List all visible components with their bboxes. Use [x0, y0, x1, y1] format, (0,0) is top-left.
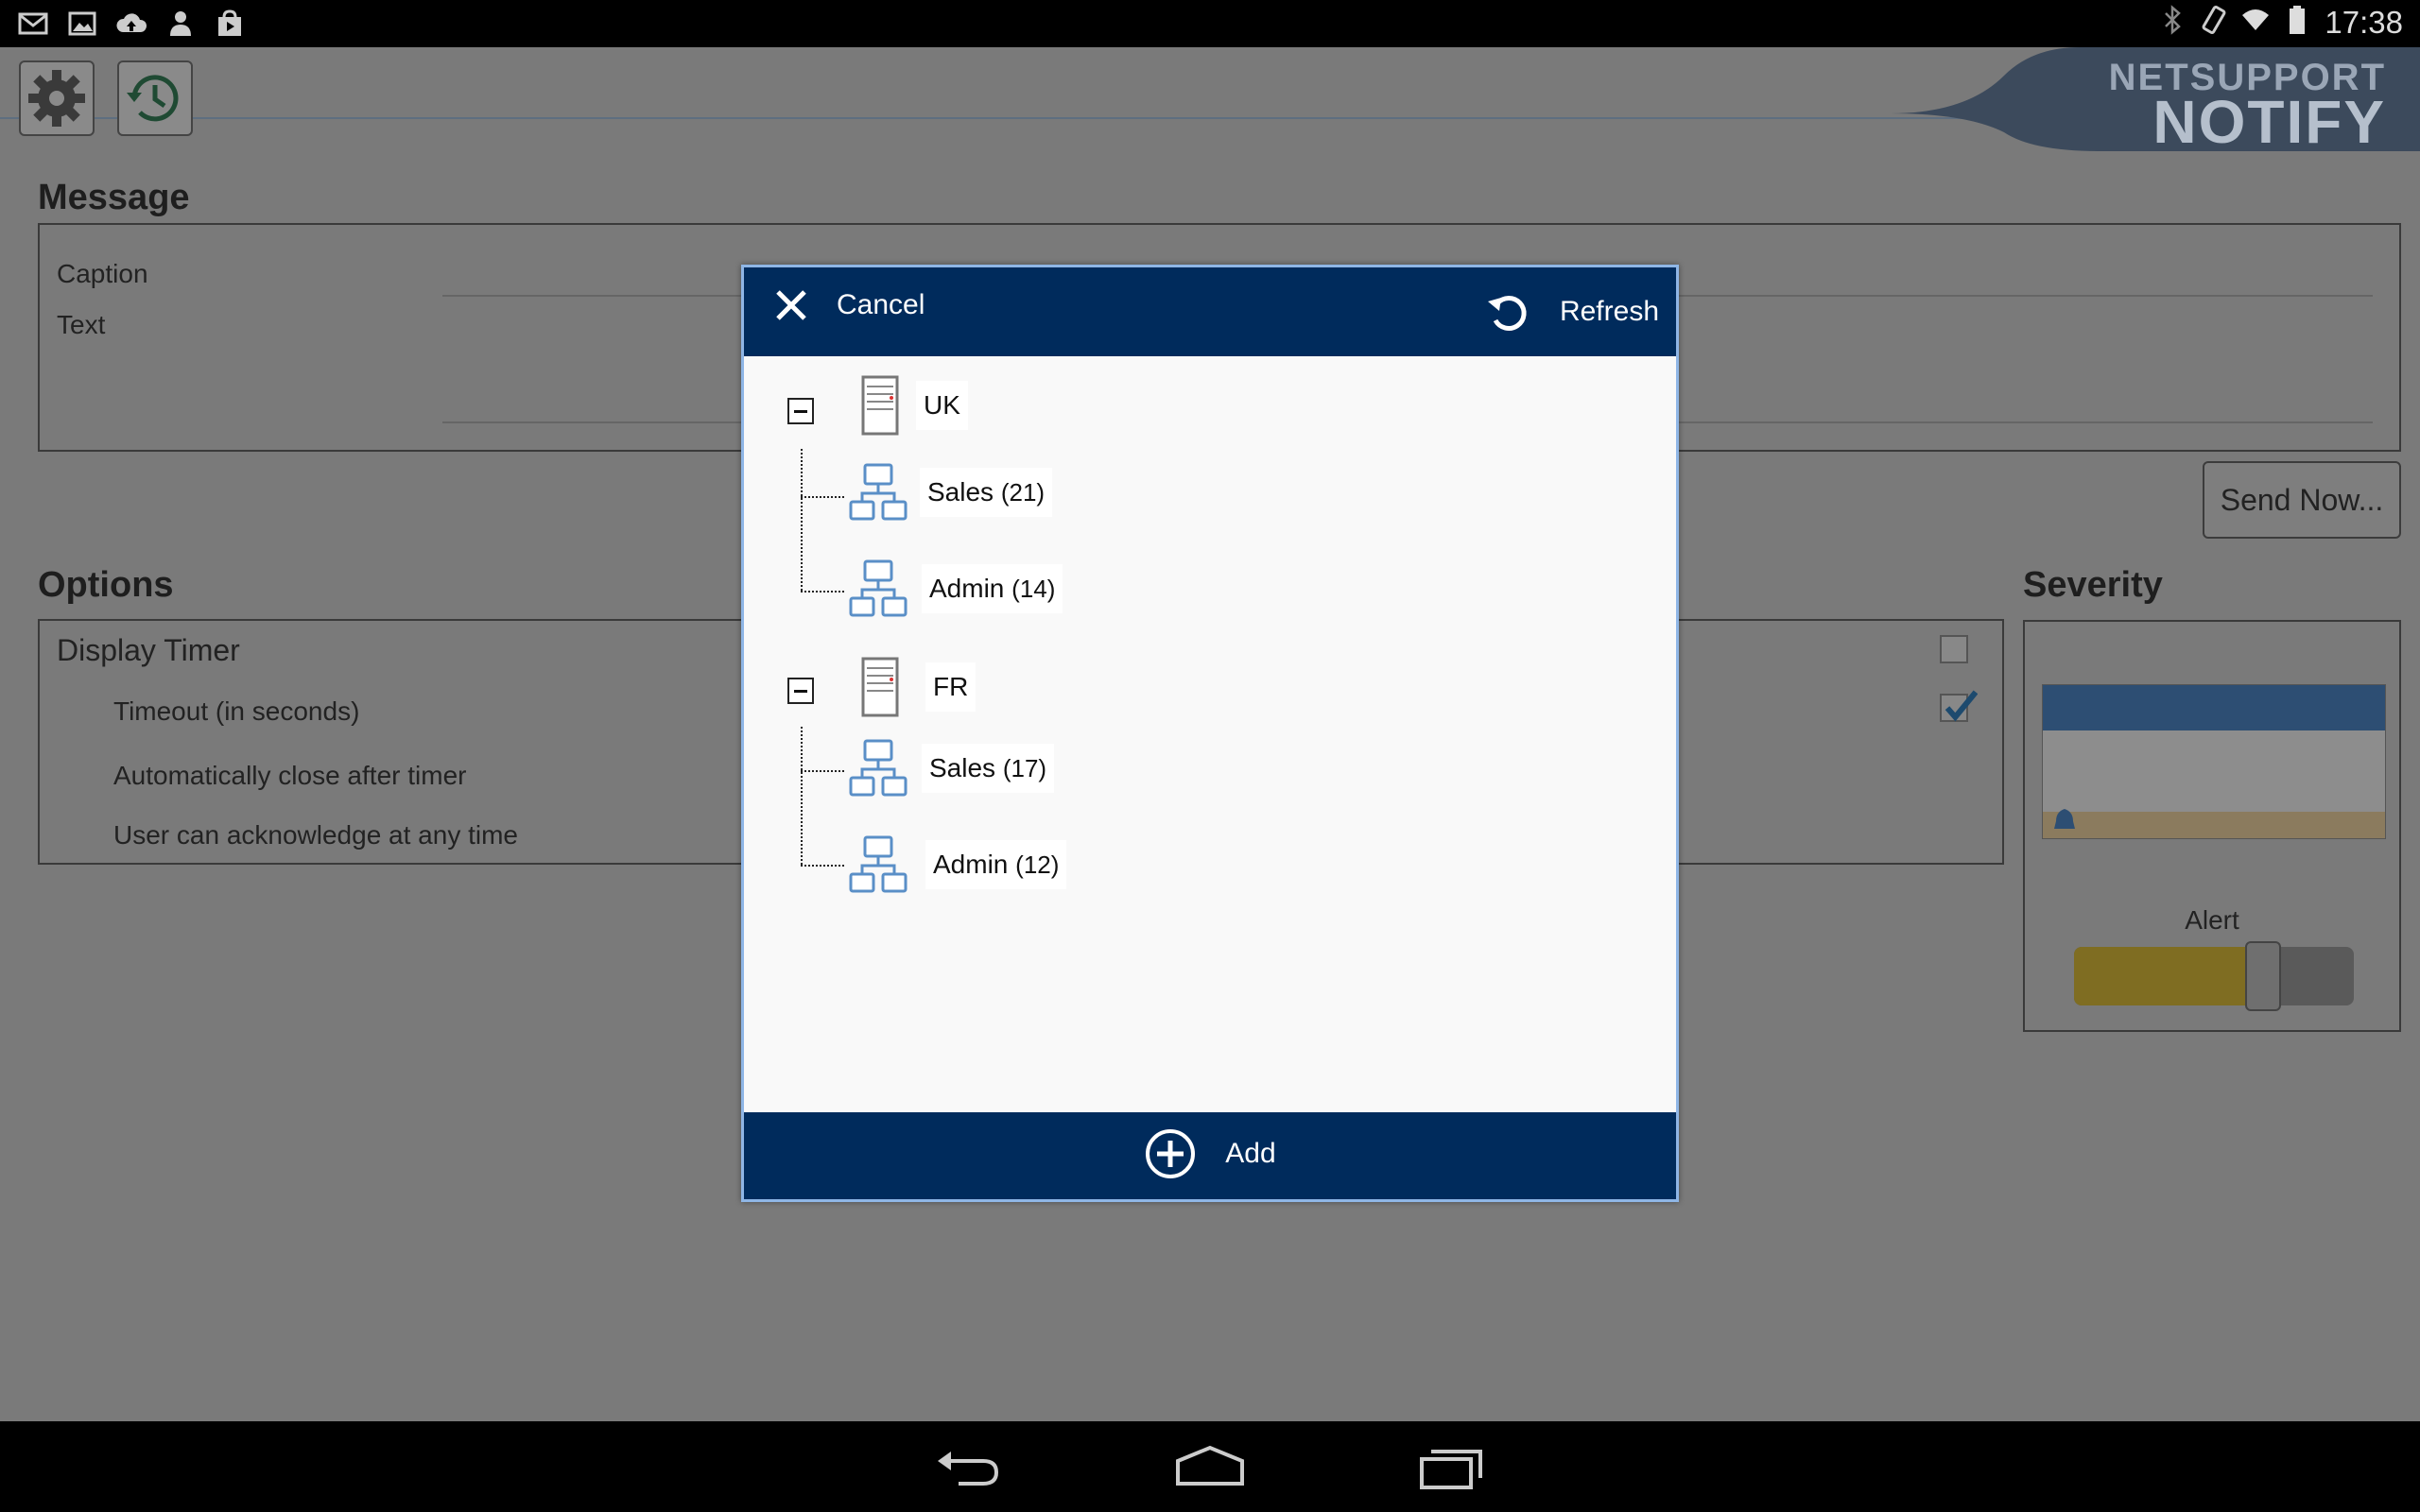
bell-icon: [2054, 809, 2075, 829]
auto-close-label: Automatically close after timer: [113, 761, 467, 790]
tree-label-fr-admin: Admin (12): [925, 840, 1067, 889]
person-icon: [164, 8, 197, 44]
caption-label: Caption: [57, 259, 148, 288]
checkmark-icon: [1945, 690, 1978, 722]
screen-rotate-icon: [2200, 4, 2228, 41]
tree-label-uk: UK: [916, 381, 968, 430]
timeout-checkbox[interactable]: [1940, 690, 1978, 722]
severity-slider-thumb[interactable]: [2245, 941, 2281, 1011]
add-circle-icon: [1146, 1129, 1196, 1178]
history-button[interactable]: [117, 60, 193, 136]
clock: 17:38: [2325, 4, 2403, 40]
bluetooth-icon: [2158, 4, 2187, 41]
network-group-icon: [849, 463, 908, 521]
tree-node-uk[interactable]: UK: [861, 375, 968, 436]
settings-button[interactable]: [19, 60, 95, 136]
tree-connector: [801, 865, 844, 867]
severity-slider-fill: [2074, 947, 2263, 1005]
send-now-button[interactable]: Send Now...: [2203, 461, 2401, 539]
tree-node-uk-sales[interactable]: Sales (21): [848, 462, 1053, 523]
cloud-upload-icon: [115, 8, 147, 44]
battery-icon: [2283, 4, 2311, 41]
timeout-label: Timeout (in seconds): [113, 696, 360, 726]
navigation-bar: [0, 1421, 2420, 1512]
header-divider: [0, 117, 1985, 119]
tree-connector: [801, 591, 844, 593]
severity-slider[interactable]: [2074, 941, 2354, 1011]
cancel-button[interactable]: Cancel: [772, 286, 925, 324]
brand-notify: NOTIFY: [2152, 88, 2386, 156]
gmail-icon: [17, 8, 49, 44]
collapse-fr-toggle[interactable]: [787, 678, 814, 704]
tree-label-fr-sales: Sales (17): [922, 744, 1055, 793]
severity-panel: Alert: [2023, 620, 2401, 1032]
tree-node-fr[interactable]: FR: [861, 657, 977, 717]
add-button[interactable]: Add: [744, 1127, 1676, 1180]
cancel-label: Cancel: [837, 289, 925, 320]
dialog-footer: Add: [744, 1112, 1676, 1199]
collapse-uk-toggle[interactable]: [787, 398, 814, 424]
tree-connector: [801, 496, 844, 498]
close-icon: [776, 290, 806, 320]
network-group-icon: [849, 739, 908, 797]
gallery-icon: [66, 8, 98, 44]
tree-label-uk-admin: Admin (14): [922, 564, 1063, 613]
tree-connector: [801, 449, 803, 591]
server-icon: [861, 657, 899, 717]
message-title: Message: [38, 178, 190, 217]
network-group-icon: [849, 559, 908, 617]
home-icon[interactable]: [1172, 1440, 1248, 1493]
gear-icon: [28, 70, 85, 127]
recent-apps-icon[interactable]: [1414, 1440, 1490, 1493]
network-group-icon: [849, 835, 908, 893]
tree-label-fr: FR: [925, 662, 977, 712]
user-ack-label: User can acknowledge at any time: [113, 820, 518, 850]
tree-node-fr-sales[interactable]: Sales (17): [848, 738, 1055, 799]
status-bar: 17:38: [0, 0, 2420, 47]
severity-title: Severity: [2023, 565, 2163, 605]
tree-node-fr-admin[interactable]: Admin (12): [848, 834, 1067, 895]
back-icon[interactable]: [930, 1440, 1006, 1493]
dialog-header: Cancel Refresh: [744, 267, 1676, 356]
tree-node-uk-admin[interactable]: Admin (14): [848, 558, 1063, 619]
refresh-label: Refresh: [1559, 296, 1659, 327]
severity-preview-footer: [2043, 812, 2385, 838]
display-timer-label: Display Timer: [57, 633, 240, 667]
add-label: Add: [1225, 1138, 1276, 1169]
severity-preview-bar: [2043, 685, 2385, 730]
refresh-icon: [1487, 295, 1527, 331]
display-timer-checkbox[interactable]: [1940, 635, 1968, 663]
wifi-icon: [2241, 4, 2270, 41]
tree-label-uk-sales: Sales (21): [920, 468, 1053, 517]
severity-level-label: Alert: [2185, 905, 2239, 935]
severity-preview: [2042, 684, 2386, 839]
text-label: Text: [57, 310, 106, 339]
server-icon: [861, 375, 899, 436]
refresh-button[interactable]: Refresh: [1484, 288, 1659, 335]
select-group-dialog: Cancel Refresh UK Sales (21) Admin (14) …: [741, 265, 1679, 1202]
tree-connector: [801, 770, 844, 772]
store-bag-icon: [214, 8, 246, 44]
history-clock-icon: [127, 75, 179, 122]
tree-connector: [801, 727, 803, 865]
group-tree: UK Sales (21) Admin (14) FR Sales (17) A…: [744, 356, 1676, 1112]
options-title: Options: [38, 565, 174, 605]
